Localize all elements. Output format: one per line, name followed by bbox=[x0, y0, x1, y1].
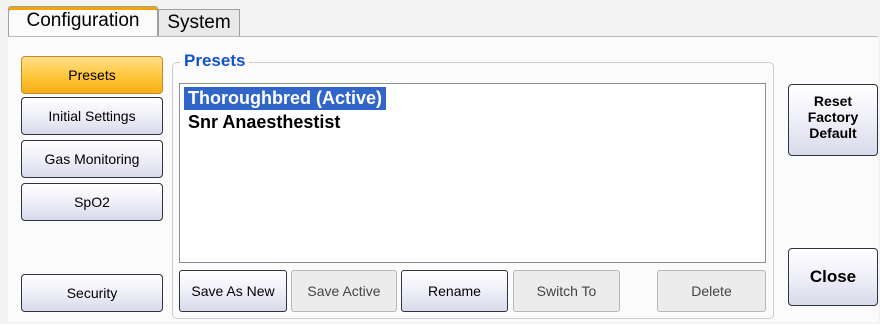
reset-label-line-2: Factory bbox=[807, 109, 859, 125]
presets-group-title: Presets bbox=[180, 50, 250, 72]
switch-to-button[interactable]: Switch To bbox=[513, 270, 620, 312]
sidebar-item-spo2[interactable]: SpO2 bbox=[21, 183, 163, 221]
list-item-snr-anaesthestist[interactable]: Snr Anaesthestist bbox=[184, 111, 344, 134]
save-active-button[interactable]: Save Active bbox=[291, 270, 397, 312]
list-item-thoroughbred[interactable]: Thoroughbred (Active) bbox=[184, 87, 386, 110]
security-button[interactable]: Security bbox=[21, 274, 163, 312]
sidebar-item-gas-monitoring[interactable]: Gas Monitoring bbox=[21, 140, 163, 178]
reset-factory-default-button[interactable]: Reset Factory Default bbox=[788, 84, 878, 156]
reset-label-line-3: Default bbox=[809, 125, 857, 141]
sidebar-item-initial-settings[interactable]: Initial Settings bbox=[21, 97, 163, 135]
delete-button[interactable]: Delete bbox=[657, 270, 766, 312]
save-as-new-button[interactable]: Save As New bbox=[179, 270, 287, 312]
tab-configuration[interactable]: Configuration bbox=[8, 6, 158, 36]
tab-system[interactable]: System bbox=[158, 9, 240, 36]
tab-bar: Configuration System bbox=[0, 0, 880, 38]
sidebar-item-presets[interactable]: Presets bbox=[21, 56, 163, 94]
reset-label-line-1: Reset bbox=[813, 93, 853, 109]
rename-button[interactable]: Rename bbox=[401, 270, 508, 312]
presets-list[interactable]: Thoroughbred (Active) Snr Anaesthestist bbox=[179, 83, 766, 263]
close-button[interactable]: Close bbox=[788, 248, 878, 306]
